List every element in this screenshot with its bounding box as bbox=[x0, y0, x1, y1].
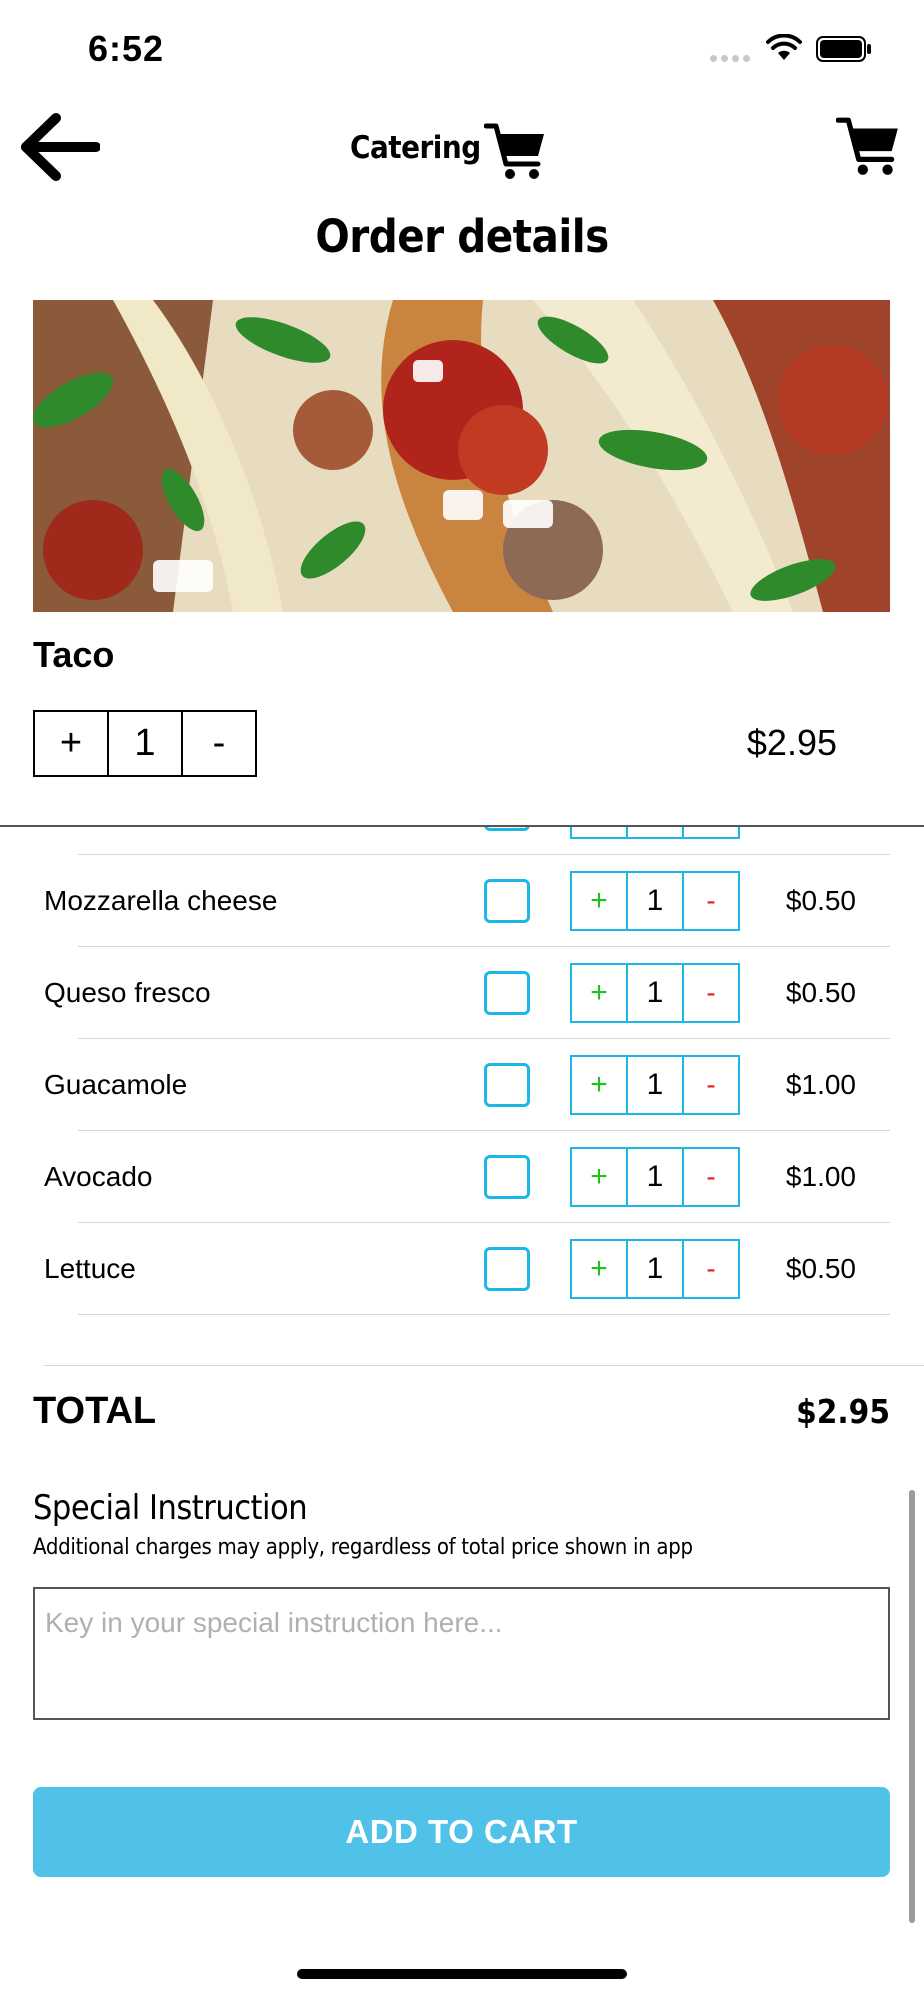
option-plus-button[interactable]: + bbox=[570, 963, 628, 1023]
divider bbox=[78, 1314, 890, 1315]
cart-button[interactable] bbox=[835, 114, 902, 180]
options-list[interactable]: Mozzarella cheese + 1 - $0.50 Queso fres… bbox=[0, 827, 924, 1337]
option-price: $1.00 bbox=[785, 1161, 856, 1192]
option-checkbox[interactable] bbox=[484, 1247, 530, 1291]
option-label: Avocado bbox=[44, 1161, 153, 1192]
option-label: Lettuce bbox=[44, 1253, 136, 1284]
option-checkbox[interactable] bbox=[484, 971, 530, 1015]
page-title: Order details bbox=[315, 210, 609, 263]
list-item: Guacamole + 1 - $1.00 bbox=[0, 1039, 924, 1131]
divider bbox=[44, 1365, 924, 1366]
decrease-button[interactable]: - bbox=[181, 712, 255, 775]
option-price: $0.50 bbox=[785, 885, 856, 916]
option-label: Guacamole bbox=[44, 1069, 188, 1100]
increase-button[interactable]: + bbox=[35, 712, 107, 775]
option-minus-button[interactable]: - bbox=[682, 1055, 740, 1115]
option-qty bbox=[626, 827, 684, 839]
option-price: $0.50 bbox=[785, 1253, 856, 1284]
option-label: Mozzarella cheese bbox=[44, 885, 278, 916]
option-minus-button[interactable]: - bbox=[682, 963, 740, 1023]
option-qty: 1 bbox=[626, 1147, 684, 1207]
home-indicator[interactable] bbox=[297, 1969, 627, 1979]
cellular-signal-icon bbox=[710, 55, 750, 62]
option-minus-button[interactable]: - bbox=[682, 1239, 740, 1299]
option-label: Queso fresco bbox=[44, 977, 211, 1008]
option-stepper: + 1 - bbox=[570, 1147, 744, 1207]
total-label: TOTAL bbox=[33, 1390, 157, 1432]
option-checkbox[interactable] bbox=[484, 879, 530, 923]
option-checkbox[interactable] bbox=[484, 827, 530, 831]
scrollbar[interactable] bbox=[909, 1490, 915, 1923]
special-instruction-title: Special Instruction bbox=[33, 1488, 308, 1528]
option-minus-button[interactable]: - bbox=[682, 871, 740, 931]
option-minus-button[interactable]: - bbox=[682, 1147, 740, 1207]
special-instruction-note: Additional charges may apply, regardless… bbox=[33, 1535, 693, 1560]
cart-icon bbox=[484, 123, 544, 179]
list-item: Mozzarella cheese + 1 - $0.50 bbox=[0, 855, 924, 947]
option-qty: 1 bbox=[626, 1239, 684, 1299]
option-plus-button[interactable]: + bbox=[570, 871, 628, 931]
option-plus-button[interactable]: + bbox=[570, 1239, 628, 1299]
option-stepper: + 1 - bbox=[570, 1055, 744, 1115]
option-minus-button[interactable] bbox=[682, 827, 740, 839]
wifi-icon bbox=[766, 34, 802, 60]
option-plus-button[interactable]: + bbox=[570, 1147, 628, 1207]
option-qty: 1 bbox=[626, 963, 684, 1023]
cart-icon bbox=[835, 117, 898, 175]
battery-icon bbox=[816, 36, 871, 62]
add-to-cart-button[interactable]: ADD TO CART bbox=[33, 1787, 890, 1877]
option-stepper: + 1 - bbox=[570, 871, 744, 931]
quantity-value: 1 bbox=[107, 712, 181, 775]
quantity-stepper: + 1 - bbox=[33, 710, 257, 777]
header-title: Catering bbox=[350, 130, 481, 166]
back-button[interactable] bbox=[20, 112, 101, 182]
option-stepper: + 1 - bbox=[570, 963, 744, 1023]
list-item: Lettuce + 1 - $0.50 bbox=[0, 1223, 924, 1315]
option-price: $1.00 bbox=[785, 1069, 856, 1100]
item-price: $2.95 bbox=[746, 722, 837, 763]
option-qty: 1 bbox=[626, 871, 684, 931]
list-item bbox=[0, 827, 924, 855]
status-time: 6:52 bbox=[88, 28, 165, 69]
option-plus-button[interactable]: + bbox=[570, 1055, 628, 1115]
list-item: Queso fresco + 1 - $0.50 bbox=[0, 947, 924, 1039]
option-plus-button[interactable] bbox=[570, 827, 628, 839]
item-name: Taco bbox=[33, 634, 115, 675]
list-item: Avocado + 1 - $1.00 bbox=[0, 1131, 924, 1223]
special-instruction-input[interactable] bbox=[33, 1587, 890, 1720]
option-qty: 1 bbox=[626, 1055, 684, 1115]
option-checkbox[interactable] bbox=[484, 1063, 530, 1107]
back-arrow-icon bbox=[21, 113, 101, 181]
food-image bbox=[33, 300, 890, 612]
option-price: $0.50 bbox=[785, 977, 856, 1008]
total-value: $2.95 bbox=[796, 1392, 890, 1431]
option-stepper bbox=[570, 827, 744, 839]
option-checkbox[interactable] bbox=[484, 1155, 530, 1199]
option-stepper: + 1 - bbox=[570, 1239, 744, 1299]
